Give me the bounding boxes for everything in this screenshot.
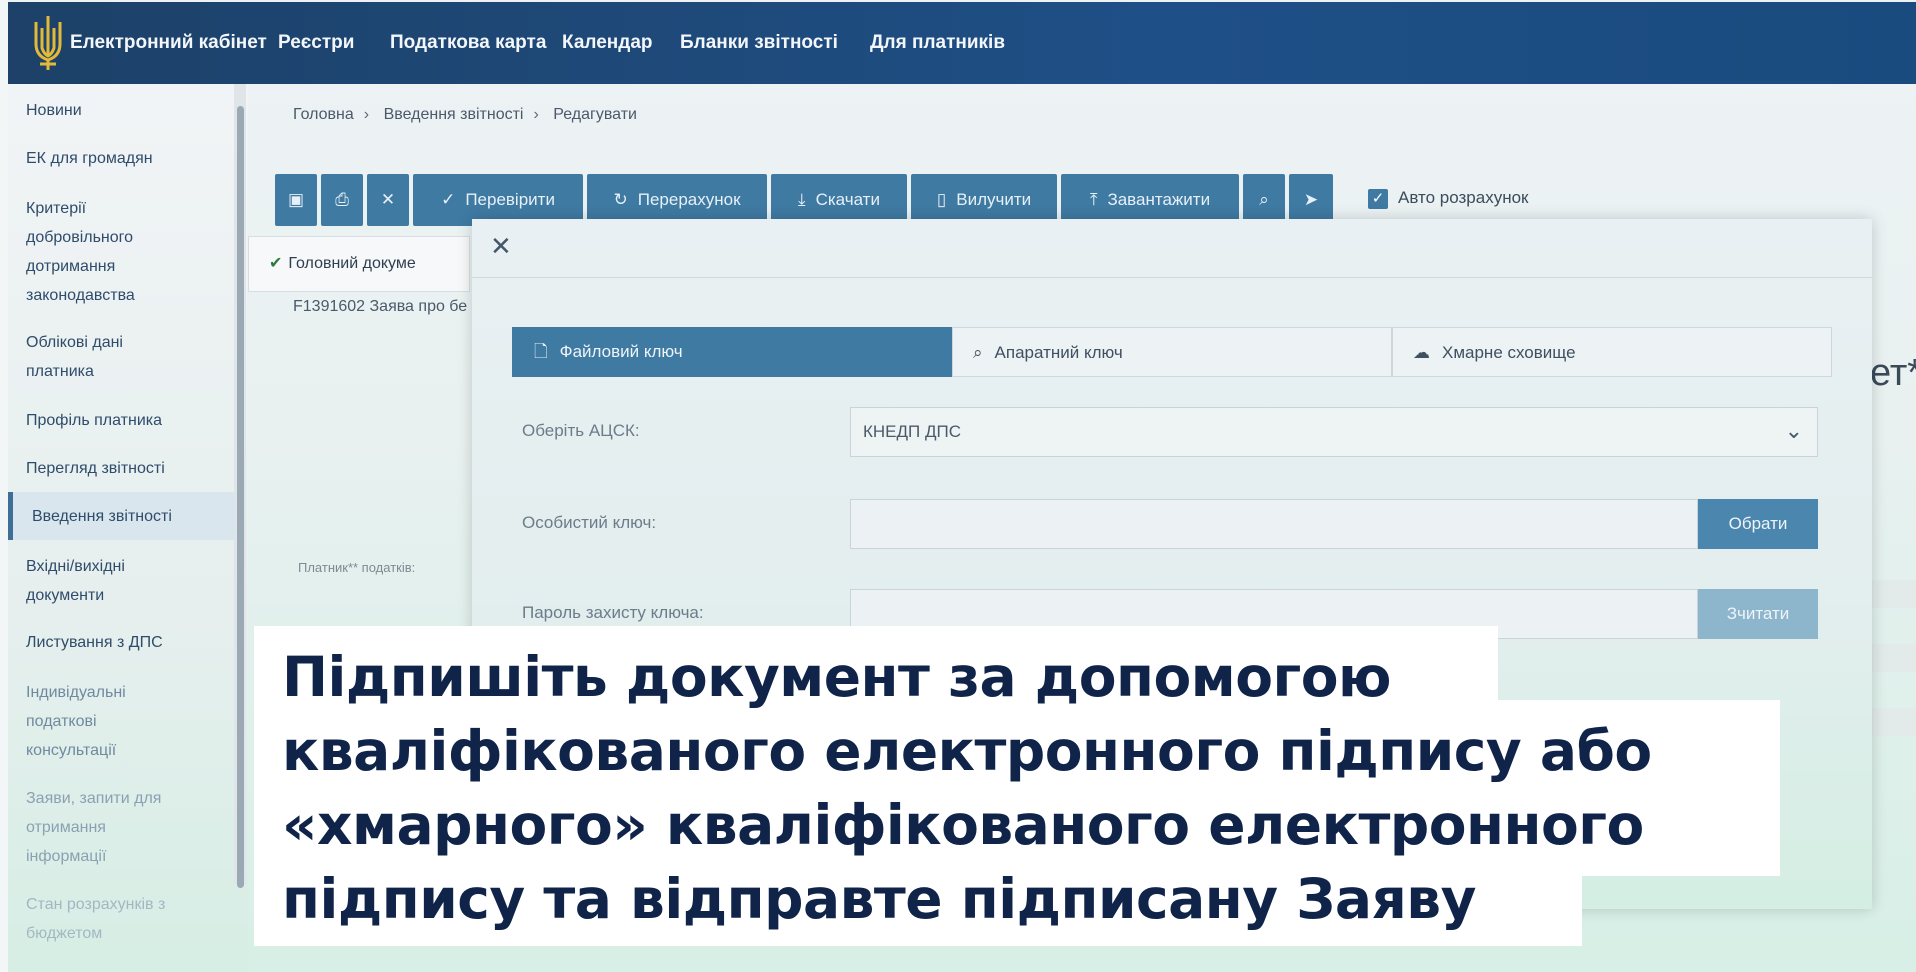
sidebar-item-payer-profile[interactable]: Профіль платника [26,406,226,435]
tab-cloud-storage[interactable]: ☁ Хмарне сховище [1392,327,1832,377]
choose-key-button[interactable]: Обрати [1698,499,1818,549]
private-key-label: Особистий ключ: [522,513,657,532]
tab-hardware-key[interactable]: ⌕ Апаратний ключ [952,327,1392,377]
trash-icon: ▯ [936,190,947,209]
upload-icon: ⤒ [1089,190,1098,209]
acsk-select[interactable]: КНЕДП ДПС ⌄ [850,407,1818,457]
download-button-label: Скачати [815,190,880,209]
screen: Електронний кабінет Реєстри Податкова ка… [0,0,1916,972]
trident-icon[interactable] [30,14,66,72]
tab-hardware-key-label: Апаратний ключ [994,343,1123,362]
sidebar-item-correspondence[interactable]: Листування з ДПС [26,628,226,657]
private-key-field[interactable] [850,499,1698,549]
sidebar-item-documents[interactable]: Вхідні/вихідні документи [26,552,166,610]
payer-label: Платник** податків: [298,560,416,575]
top-navigation: Електронний кабінет Реєстри Податкова ка… [8,2,1916,84]
close-document-button[interactable]: ✕ [367,174,409,226]
tab-file-key[interactable]: 🗋 Файловий ключ [512,327,952,377]
auto-calc-label: Авто розрахунок [1398,188,1529,207]
breadcrumb-separator-icon: › [533,106,539,123]
sidebar: Новини ЕК для громадян Критерії добровіл… [8,84,248,972]
delete-button-label: Вилучити [956,190,1032,209]
file-icon: 🗋 [534,342,548,361]
save-button[interactable]: ▣ [275,174,317,226]
tab-main-document-label: Головний докуме [288,255,416,272]
nav-registries[interactable]: Реєстри [278,2,354,84]
search-icon: ⌕ [973,343,983,362]
sidebar-item-requests[interactable]: Заяви, запити для отримання інформації [26,784,176,871]
instruction-caption: Підпишіть документ за допомогою кваліфік… [282,640,1782,936]
sidebar-scroll-thumb[interactable] [237,106,244,888]
sidebar-item-account-data[interactable]: Облікові дані платника [26,328,166,386]
cloud-icon: ☁ [1413,343,1430,362]
upload-button-label: Завантажити [1107,190,1211,209]
nav-for-payers[interactable]: Для платників [870,2,1005,84]
breadcrumb-enter-reports[interactable]: Введення звітності [384,106,524,123]
close-icon[interactable]: ✕ [490,231,512,262]
background-heading-fragment: ет* [1870,352,1916,394]
sidebar-item-budget-settlements[interactable]: Стан розрахунків з бюджетом [26,890,186,948]
nav-tax-map[interactable]: Податкова карта [390,2,546,84]
caption-line: Підпишіть документ за допомогою [282,645,1392,709]
caption-line: кваліфікованого електронного підпису або [282,719,1652,783]
breadcrumb: Головна › Введення звітності › Редагувати [293,106,647,124]
background-row [1870,708,1916,736]
sidebar-item-citizens[interactable]: ЕК для громадян [26,144,226,173]
search-icon: ⌕ [1259,190,1269,209]
document-name: F1391602 Заява про бе [293,298,468,315]
tab-main-document[interactable]: ✔ Головний докуме [248,236,470,292]
nav-electronic-cabinet[interactable]: Електронний кабінет [70,2,267,84]
checkbox-checked-icon: ✓ [1368,189,1388,209]
breadcrumb-edit: Редагувати [553,106,637,123]
download-icon: ⤓ [798,190,806,209]
dialog-divider [472,277,1872,278]
left-frame-edge [0,0,8,972]
checkmark-icon: ✓ [441,190,456,209]
background-row [1870,580,1916,608]
checkmark-icon: ✔ [269,255,283,272]
tab-cloud-storage-label: Хмарне сховище [1442,343,1576,362]
refresh-icon: ↻ [613,190,628,209]
nav-calendar[interactable]: Календар [562,2,653,84]
tab-file-key-label: Файловий ключ [559,342,683,361]
printer-icon: ⎙ [335,190,349,209]
nav-report-forms[interactable]: Бланки звітності [680,2,838,84]
sidebar-item-enter-reports[interactable]: Введення звітності [32,502,232,531]
acsk-selected-value: КНЕДП ДПС [863,422,961,441]
background-row [1870,644,1916,672]
read-key-button[interactable]: Зчитати [1698,589,1818,639]
sidebar-item-consultations[interactable]: Індивідуальні податкові консультації [26,678,146,765]
floppy-disk-icon: ▣ [287,190,305,209]
caption-line: «хмарного» кваліфікованого електронного [282,793,1644,857]
key-password-label: Пароль захисту ключа: [522,603,704,622]
sidebar-item-news[interactable]: Новини [26,96,226,125]
chevron-down-icon: ⌄ [1784,418,1803,443]
recalculate-button-label: Перерахунок [637,190,741,209]
print-button[interactable]: ⎙ [321,174,363,226]
sidebar-item-compliance-criteria[interactable]: Критерії добровільного дотримання законо… [26,194,176,310]
sidebar-item-view-reports[interactable]: Перегляд звітності [26,454,226,483]
acsk-label: Оберіть АЦСК: [522,421,640,440]
paper-plane-icon: ➤ [1303,190,1319,209]
auto-calc-checkbox[interactable]: ✓ Авто розрахунок [1368,188,1528,209]
breadcrumb-separator-icon: › [363,106,370,123]
breadcrumb-home[interactable]: Головна [293,106,354,123]
check-button-label: Перевірити [465,190,555,209]
caption-line: підпису та відправте підписану Заяву [282,867,1476,931]
close-icon: ✕ [380,190,396,209]
